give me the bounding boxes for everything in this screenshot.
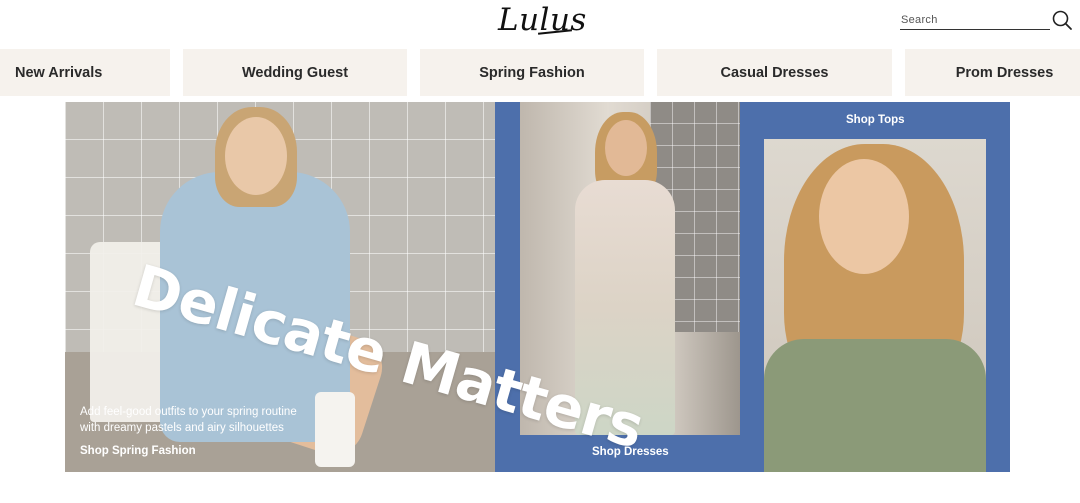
shop-tops-link[interactable]: Shop Tops bbox=[846, 114, 905, 126]
search-input[interactable] bbox=[900, 11, 1050, 29]
nav-item-wedding-guest[interactable]: Wedding Guest bbox=[183, 49, 407, 96]
nav-item-prom-dresses[interactable]: Prom Dresses bbox=[905, 49, 1080, 96]
hero-banner: Delicate Matters Add feel-good outfits t… bbox=[65, 102, 1010, 472]
nav-item-new-arrivals[interactable]: New Arrivals bbox=[0, 49, 170, 96]
nav-item-spring-fashion[interactable]: Spring Fashion bbox=[420, 49, 644, 96]
hero-panel-tops[interactable] bbox=[740, 102, 1010, 472]
site-header: Lulus bbox=[0, 0, 1080, 48]
hero-subtext-line-1: Add feel-good outfits to your spring rou… bbox=[80, 406, 297, 418]
tops-model-photo bbox=[764, 139, 986, 472]
search-icon[interactable] bbox=[1051, 9, 1073, 31]
model-face bbox=[819, 159, 909, 274]
model-face bbox=[225, 117, 287, 195]
search-box bbox=[900, 10, 1050, 30]
shop-spring-fashion-link[interactable]: Shop Spring Fashion bbox=[80, 445, 196, 457]
model-face bbox=[605, 120, 647, 176]
shop-dresses-link[interactable]: Shop Dresses bbox=[592, 446, 669, 458]
hero-subtext: Add feel-good outfits to your spring rou… bbox=[80, 404, 340, 436]
hero-subtext-line-2: with dreamy pastels and airy silhouettes bbox=[80, 422, 284, 434]
category-nav: New Arrivals Wedding Guest Spring Fashio… bbox=[0, 49, 1080, 96]
floral-off-shoulder-top bbox=[764, 339, 986, 472]
nav-item-casual-dresses[interactable]: Casual Dresses bbox=[657, 49, 892, 96]
